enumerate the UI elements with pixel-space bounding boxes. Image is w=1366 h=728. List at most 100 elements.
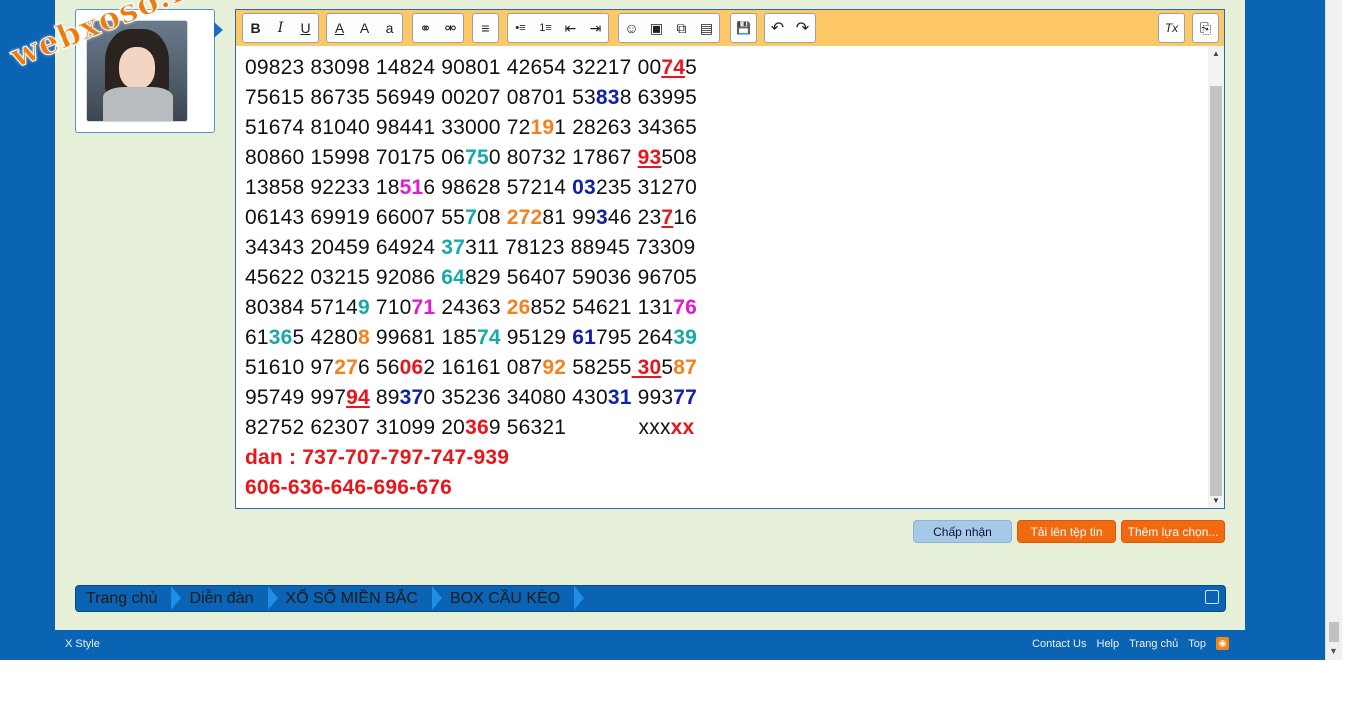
- breadcrumb-item-box-cau-keo[interactable]: BOX CẦU KÈO: [432, 586, 585, 611]
- line-text: 5: [661, 356, 674, 379]
- highlighted-number: 75: [465, 146, 489, 169]
- line-text: 34343 20459 64924: [245, 236, 442, 259]
- page-scroll-thumb[interactable]: [1329, 622, 1339, 642]
- message-editor[interactable]: B I U A A a ⚭ ⚮ ≡ •≡ 1≡ ⇤ ⇥ ☺ ▣ ⧉ ▤ 💾 ↶ …: [235, 9, 1225, 509]
- highlighted-number: 74: [476, 326, 501, 349]
- editor-line: 606-636-646-696-676: [245, 476, 452, 500]
- avatar-scarf: [103, 87, 173, 121]
- unlink-icon[interactable]: ⚮: [438, 14, 463, 42]
- breadcrumb-item-forum[interactable]: Diễn đàn: [171, 586, 278, 611]
- line-text: 09823 83098 14824 90801 42654 32217 00: [245, 56, 662, 79]
- toolbar-group-font: A A a: [326, 13, 403, 43]
- scroll-down-icon[interactable]: ▼: [1212, 496, 1220, 505]
- style-chooser-link[interactable]: X Style: [65, 638, 100, 650]
- underline-button[interactable]: U: [293, 14, 318, 42]
- remove-format-icon[interactable]: Tx: [1159, 14, 1184, 42]
- toggle-editor-icon[interactable]: ⎘: [1193, 14, 1218, 42]
- line-text: 6 56: [357, 356, 400, 379]
- line-text: 80860 15998 70175 06: [245, 146, 466, 169]
- page-scroll-down-icon[interactable]: ▼: [1329, 646, 1338, 656]
- highlighted-number: 36: [268, 326, 293, 349]
- highlighted-number: 74: [661, 56, 686, 79]
- font-size-button[interactable]: A: [352, 14, 377, 42]
- footer-link-top[interactable]: Top: [1188, 638, 1206, 650]
- breadcrumb-item-xsmb[interactable]: XỔ SỐ MIỀN BẮC: [268, 586, 442, 611]
- editor-content[interactable]: 09823 83098 14824 90801 42654 32217 0074…: [236, 46, 1208, 508]
- line-text: 2 16161 087: [423, 356, 543, 379]
- editor-line: 61365 42808 99681 18574 95129 61795 2643…: [245, 326, 697, 350]
- highlighted-number: 06: [399, 356, 424, 379]
- editor-line: 13858 92233 18516 98628 57214 03235 3127…: [245, 176, 697, 200]
- italic-button[interactable]: I: [268, 14, 293, 42]
- toolbar-group-save: 💾: [730, 13, 757, 43]
- line-text: 829 56407 59036 96705: [465, 266, 697, 289]
- bullet-list-icon[interactable]: •≡: [508, 14, 533, 42]
- toolbar-group-align: ≡: [472, 13, 499, 43]
- editor-line: 09823 83098 14824 90801 42654 32217 0074…: [245, 56, 697, 80]
- highlighted-number: 27: [334, 356, 358, 379]
- rss-icon[interactable]: ◉: [1216, 637, 1229, 650]
- scroll-up-icon[interactable]: ▲: [1212, 49, 1220, 58]
- expand-icon[interactable]: [1205, 590, 1219, 604]
- editor-line: 80384 57149 71071 24363 26852 54621 1317…: [245, 296, 697, 320]
- line-text: 9 56321 xxx: [488, 416, 671, 439]
- redo-icon[interactable]: ↷: [790, 14, 815, 42]
- page-scrollbar[interactable]: ▼: [1325, 0, 1342, 660]
- highlighted-number: 03: [572, 176, 596, 199]
- smiley-icon[interactable]: ☺: [619, 14, 644, 42]
- editor-line: 51610 97276 56062 16161 08792 58255 3058…: [245, 356, 697, 380]
- link-icon[interactable]: ⚭: [413, 14, 438, 42]
- toolbar-group-toggle: ⎘: [1192, 13, 1219, 43]
- editor-scrollbar[interactable]: ▲ ▼: [1208, 46, 1224, 508]
- numbered-list-icon[interactable]: 1≡: [533, 14, 558, 42]
- bold-button[interactable]: B: [243, 14, 268, 42]
- line-text: 82752 62307 31099 20: [245, 416, 466, 439]
- line-text: 16: [673, 206, 698, 229]
- footer-link-help[interactable]: Help: [1097, 638, 1120, 650]
- font-family-button[interactable]: a: [377, 14, 402, 42]
- highlighted-number: 26: [506, 296, 531, 319]
- highlighted-number: dan : 737-707-797-747-939: [245, 446, 510, 469]
- editor-line: 80860 15998 70175 06750 80732 17867 9350…: [245, 146, 697, 170]
- accept-button[interactable]: Chấp nhận: [913, 520, 1012, 543]
- save-icon[interactable]: 💾: [731, 14, 756, 42]
- upload-file-button[interactable]: Tải lên tệp tin: [1017, 520, 1116, 543]
- highlighted-number: 61: [572, 326, 596, 349]
- highlighted-number: 76: [673, 296, 698, 319]
- editor-line: 95749 99794 89370 35236 34080 43031 9937…: [245, 386, 697, 410]
- line-text: 95129: [500, 326, 573, 349]
- font-color-button[interactable]: A: [327, 14, 352, 42]
- breadcrumb-item-home[interactable]: Trang chủ: [76, 586, 182, 611]
- highlighted-number: 37: [399, 386, 424, 409]
- avatar-pointer-icon: [214, 22, 223, 38]
- more-options-button[interactable]: Thêm lựa chọn...: [1121, 520, 1225, 543]
- editor-line: 82752 62307 31099 20369 56321 xxxxx: [245, 416, 694, 440]
- image-icon[interactable]: ▣: [644, 14, 669, 42]
- highlighted-number: 36: [465, 416, 489, 439]
- highlighted-number: 83: [595, 86, 620, 109]
- media-icon[interactable]: ⧉: [669, 14, 694, 42]
- quote-icon[interactable]: ▤: [694, 14, 719, 42]
- scroll-thumb[interactable]: [1210, 86, 1222, 496]
- line-text: 95749 997: [245, 386, 347, 409]
- editor-toolbar: B I U A A a ⚭ ⚮ ≡ •≡ 1≡ ⇤ ⇥ ☺ ▣ ⧉ ▤ 💾 ↶ …: [236, 10, 1224, 46]
- highlighted-number: 71: [411, 296, 436, 319]
- undo-icon[interactable]: ↶: [765, 14, 790, 42]
- highlighted-number: 3: [595, 206, 608, 229]
- indent-icon[interactable]: ⇥: [583, 14, 608, 42]
- line-text: 311 78123 88945 73309: [465, 236, 696, 259]
- highlighted-number: 77: [673, 386, 698, 409]
- breadcrumb-label: Trang chủ: [86, 589, 158, 607]
- highlighted-number: 30: [631, 356, 662, 379]
- line-text: 51610 97: [245, 356, 335, 379]
- line-text: 5: [685, 56, 697, 79]
- line-text: 75615 86735 56949 00207 08701 53: [245, 86, 596, 109]
- footer-link-contact[interactable]: Contact Us: [1032, 638, 1086, 650]
- footer-link-home[interactable]: Trang chủ: [1129, 638, 1178, 650]
- outdent-icon[interactable]: ⇤: [558, 14, 583, 42]
- align-left-icon[interactable]: ≡: [473, 14, 498, 42]
- highlighted-number: 39: [673, 326, 698, 349]
- line-text: 46 23: [607, 206, 662, 229]
- line-text: 235 31270: [595, 176, 698, 199]
- highlighted-number: 37: [441, 236, 466, 259]
